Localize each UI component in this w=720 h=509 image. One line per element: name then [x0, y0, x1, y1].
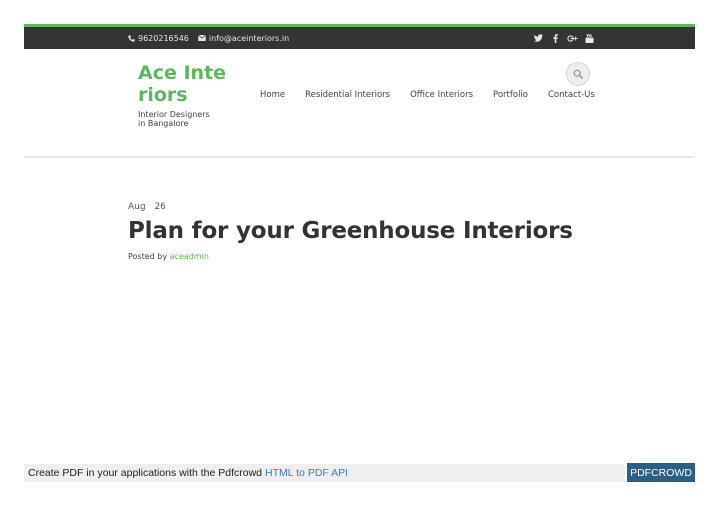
- search-icon: [573, 69, 583, 79]
- pdfcrowd-banner: Create PDF in your applications with the…: [24, 464, 625, 482]
- envelope-icon: [197, 35, 206, 41]
- post-meta: Posted by aceadmin: [128, 252, 209, 261]
- site-brand: Ace Interiors Interior Designers in Bang…: [138, 62, 228, 128]
- pdfcrowd-api-link[interactable]: HTML to PDF API: [265, 467, 348, 479]
- post-date: Aug 26: [128, 202, 172, 212]
- youtube-link[interactable]: [581, 31, 597, 45]
- page: 9620216546 info@aceinteriors.in Ace Inte…: [24, 24, 695, 465]
- post-author-link[interactable]: aceadmin: [170, 252, 209, 261]
- youtube-icon: [584, 33, 594, 43]
- post-date-day: 26: [154, 202, 166, 212]
- nav-item-office-interiors[interactable]: Office Interiors: [410, 90, 473, 100]
- nav-item-residential-interiors[interactable]: Residential Interiors: [305, 90, 390, 100]
- search-button[interactable]: [566, 62, 590, 86]
- nav-item-portfolio[interactable]: Portfolio: [493, 90, 528, 100]
- social-links: [529, 27, 597, 49]
- post-date-month: Aug: [128, 202, 146, 212]
- twitter-icon: [533, 34, 543, 42]
- phone-icon: [128, 34, 135, 42]
- email-address: info@aceinteriors.in: [208, 33, 290, 43]
- header-divider: [24, 156, 695, 158]
- post-title: Plan for your Greenhouse Interiors: [128, 218, 573, 244]
- contact-info: 9620216546 info@aceinteriors.in: [128, 27, 298, 49]
- site-logo-text[interactable]: Ace Interiors: [138, 62, 228, 106]
- nav-item-home[interactable]: Home: [260, 90, 285, 100]
- nav-item-contact-us[interactable]: Contact-Us: [548, 90, 595, 100]
- site-tagline: Interior Designers in Bangalore: [138, 110, 210, 128]
- google-plus-icon: [566, 34, 578, 42]
- main-nav: Home Residential Interiors Office Interi…: [260, 90, 615, 100]
- google-plus-link[interactable]: [564, 31, 580, 45]
- twitter-link[interactable]: [530, 31, 546, 45]
- posted-by-label: Posted by: [128, 252, 168, 261]
- email-contact[interactable]: info@aceinteriors.in: [197, 33, 290, 43]
- pdfcrowd-badge[interactable]: PDFCROWD: [627, 463, 695, 482]
- top-bar: 9620216546 info@aceinteriors.in: [24, 27, 695, 49]
- phone-contact[interactable]: 9620216546: [128, 34, 189, 43]
- phone-number: 9620216546: [138, 33, 189, 43]
- pdfcrowd-text: Create PDF in your applications with the…: [28, 467, 263, 479]
- facebook-link[interactable]: [547, 31, 563, 45]
- facebook-icon: [552, 33, 558, 43]
